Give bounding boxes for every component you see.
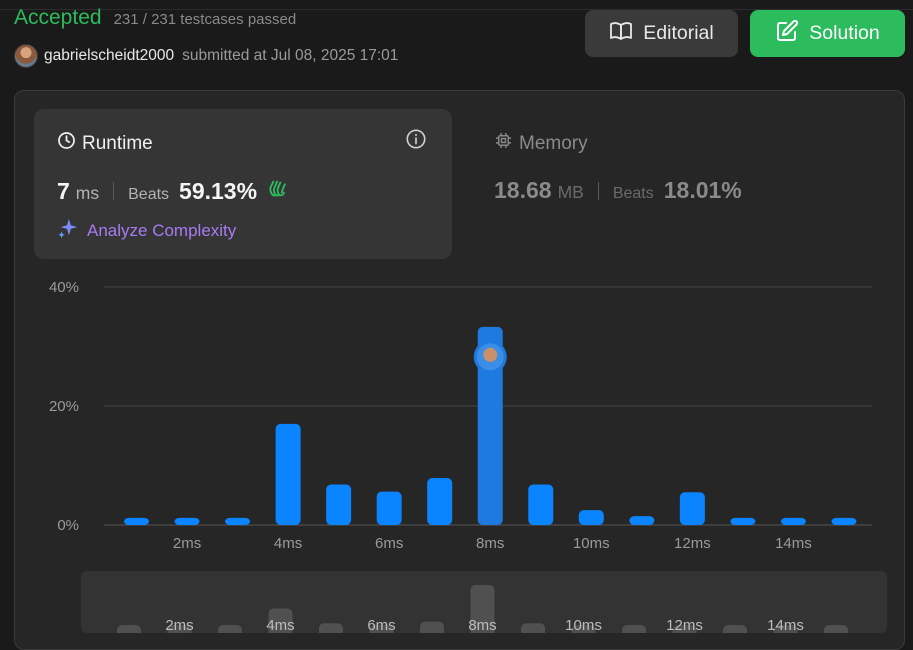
chart-bar [730, 517, 756, 525]
chart-bar [326, 484, 352, 525]
chart-bar [376, 491, 402, 525]
overview-chart: 2ms 4ms 6ms 8ms 10ms 12ms 14ms [117, 585, 848, 633]
overview-bar [319, 623, 343, 633]
solution-label: Solution [809, 22, 880, 44]
overview-bar [420, 621, 444, 633]
status-row: Accepted 231 / 231 testcases passed [14, 6, 296, 30]
editorial-button[interactable]: Editorial [585, 10, 738, 57]
chart-bar [225, 517, 251, 525]
solution-button[interactable]: Solution [750, 10, 905, 57]
overview-bar [723, 625, 747, 633]
chart-bar [528, 484, 554, 525]
testcases-count: 231 / 231 testcases passed [113, 11, 297, 28]
editorial-label: Editorial [643, 22, 714, 44]
chart-bar [780, 517, 806, 525]
edit-icon [775, 19, 799, 49]
x-tick-label: 12ms [674, 535, 711, 552]
chart-bar [578, 510, 604, 525]
chart-overview[interactable]: 2ms 4ms 6ms 8ms 10ms 12ms 14ms [81, 571, 887, 633]
overview-x-label: 2ms [165, 617, 193, 633]
submitted-at: submitted at Jul 08, 2025 17:01 [182, 47, 399, 64]
x-tick-label: 2ms [173, 535, 201, 552]
overview-x-label: 6ms [367, 617, 395, 633]
overview-x-label: 10ms [565, 617, 602, 633]
performance-panel: Runtime 7 ms Beats 59.13% Analyze Comple… [14, 90, 905, 650]
avatar-face [483, 347, 498, 362]
runtime-distribution-chart: 0% 20% 40% 2ms 4ms 6ms 8ms 10ms 12ms 14ms [49, 279, 872, 552]
chart-bar [275, 423, 301, 525]
x-tick-label: 10ms [573, 535, 610, 552]
overview-bar [824, 625, 848, 633]
x-tick-label: 6ms [375, 535, 403, 552]
submission-header: Accepted 231 / 231 testcases passed gabr… [14, 6, 905, 70]
overview-bar [218, 625, 242, 633]
chart-bar [174, 517, 200, 525]
y-tick-label: 40% [49, 279, 79, 296]
overview-x-label: 4ms [266, 617, 294, 633]
y-tick-label: 20% [49, 398, 79, 415]
chart-bar [831, 517, 857, 525]
book-icon [609, 19, 633, 49]
overview-x-label: 12ms [666, 617, 703, 633]
overview-bar [622, 625, 646, 633]
y-tick-label: 0% [57, 517, 79, 534]
overview-bar [117, 625, 141, 633]
x-tick-label: 8ms [476, 535, 504, 552]
avatar[interactable] [14, 44, 38, 68]
overview-x-label: 8ms [468, 617, 496, 633]
chart-bar [629, 516, 655, 525]
chart-bar [679, 492, 705, 525]
submitter-row: gabrielscheidt2000 submitted at Jul 08, … [14, 44, 398, 68]
chart-bar [427, 477, 453, 525]
chart-bar [124, 517, 149, 525]
overview-x-label: 14ms [767, 617, 804, 633]
username-link[interactable]: gabrielscheidt2000 [44, 47, 174, 65]
submission-status: Accepted [14, 6, 102, 29]
overview-bar [521, 623, 545, 633]
x-tick-label: 4ms [274, 535, 302, 552]
x-tick-label: 14ms [775, 535, 812, 552]
